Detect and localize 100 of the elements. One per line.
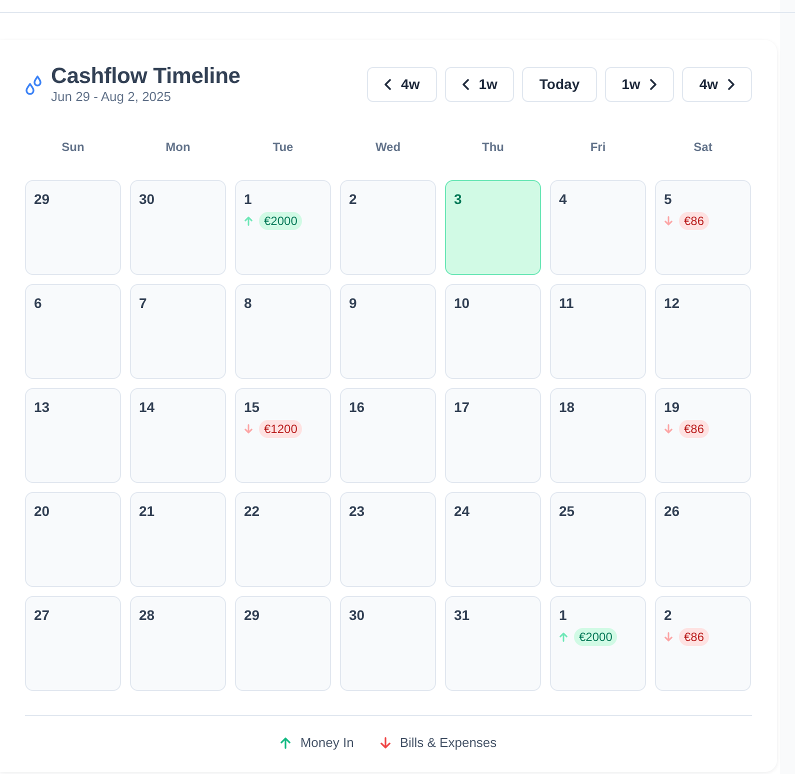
- day-number: 17: [454, 398, 470, 417]
- day-number: 2: [664, 606, 672, 625]
- day-number: 8: [244, 294, 252, 313]
- day-cell[interactable]: 16: [340, 388, 436, 483]
- weekday-label: Fri: [589, 139, 607, 156]
- day-number: 19: [664, 398, 680, 417]
- day-cell[interactable]: 9: [340, 284, 436, 379]
- day-number: 15: [244, 398, 260, 417]
- day-number: 20: [34, 502, 50, 521]
- day-cell[interactable]: 19 €86: [655, 388, 751, 483]
- day-number: 24: [454, 502, 470, 521]
- weekday-label: Sat: [692, 139, 714, 156]
- day-cell[interactable]: 17: [445, 388, 541, 483]
- day-cell[interactable]: 7: [130, 284, 226, 379]
- day-cell[interactable]: 15 €1200: [235, 388, 331, 483]
- weekday-label: Tue: [272, 139, 294, 156]
- day-cell[interactable]: 8: [235, 284, 331, 379]
- day-cell[interactable]: 27: [25, 596, 121, 691]
- amount-badge: €86: [679, 212, 710, 230]
- chevron-right-icon: [728, 78, 735, 90]
- day-cell[interactable]: 11: [550, 284, 646, 379]
- day-cell[interactable]: 2: [340, 180, 436, 275]
- arrow-down-icon: [664, 216, 673, 226]
- arrow-up-icon: [280, 737, 292, 749]
- day-cell[interactable]: 20: [25, 492, 121, 587]
- day-cell[interactable]: 4: [550, 180, 646, 275]
- chevron-right-icon: [650, 78, 658, 90]
- previous-button[interactable]: 4w: [367, 66, 437, 102]
- amount-badge: €2000: [574, 628, 618, 646]
- day-number: 4: [559, 190, 567, 209]
- weekday-label: Thu: [481, 139, 505, 156]
- day-cell[interactable]: 26: [655, 492, 751, 587]
- day-number: 5: [664, 190, 672, 209]
- day-cell[interactable]: 10: [445, 284, 541, 379]
- day-cell[interactable]: 1 €2000: [235, 180, 331, 275]
- day-number: 1: [244, 190, 252, 209]
- day-cell[interactable]: 1 €2000: [550, 596, 646, 691]
- day-number: 12: [664, 294, 680, 313]
- arrow-up-icon: [244, 216, 253, 226]
- day-number: 27: [34, 606, 50, 625]
- amount-badge: €2000: [259, 212, 302, 230]
- day-number: 30: [349, 606, 365, 625]
- day-number: 18: [559, 398, 575, 417]
- day-number: 23: [349, 502, 365, 521]
- day-number: 21: [139, 502, 155, 521]
- day-cell[interactable]: 13: [25, 388, 121, 483]
- day-number: 3: [454, 190, 462, 209]
- day-number: 26: [664, 502, 680, 521]
- day-cell[interactable]: 12: [655, 284, 751, 379]
- day-number: 16: [349, 398, 365, 417]
- day-number: 1: [559, 606, 567, 625]
- day-cell[interactable]: 14: [130, 388, 226, 483]
- day-cell[interactable]: 31: [445, 596, 541, 691]
- arrow-down-icon: [664, 424, 673, 434]
- day-cell[interactable]: 3: [445, 180, 541, 275]
- day-number: 30: [139, 190, 155, 209]
- chevron-left-icon: [462, 78, 469, 90]
- today-button[interactable]: Today: [522, 66, 597, 102]
- day-number: 7: [139, 294, 147, 313]
- day-cell[interactable]: 2 €86: [655, 596, 751, 691]
- legend-label: Bills & Expenses: [400, 734, 497, 752]
- next-button[interactable]: 4w: [682, 66, 752, 102]
- day-number: 6: [34, 294, 42, 313]
- amount-badge: €86: [679, 628, 710, 646]
- day-number: 10: [454, 294, 470, 313]
- legend-label: Money In: [300, 734, 354, 752]
- weekday-label: Mon: [164, 139, 192, 156]
- day-cell[interactable]: 5 €86: [655, 180, 751, 275]
- day-cell[interactable]: 21: [130, 492, 226, 587]
- arrow-up-icon: [559, 632, 568, 642]
- day-number: 11: [559, 294, 574, 313]
- day-number: 2: [349, 190, 357, 209]
- day-cell[interactable]: 24: [445, 492, 541, 587]
- day-number: 31: [454, 606, 470, 625]
- arrow-down-icon: [244, 424, 253, 434]
- chevron-left-icon: [384, 78, 392, 90]
- previous-button[interactable]: 1w: [444, 66, 514, 102]
- arrow-down-icon: [380, 737, 391, 749]
- day-number: 13: [34, 398, 50, 417]
- amount-badge: €86: [679, 420, 710, 438]
- day-number: 29: [244, 606, 260, 625]
- amount-badge: €1200: [259, 420, 302, 438]
- day-cell[interactable]: 29: [25, 180, 121, 275]
- weekday-label: Sun: [60, 139, 86, 156]
- calendar-title: Cashflow Timeline: [51, 63, 240, 89]
- day-cell[interactable]: 22: [235, 492, 331, 587]
- water-drops-icon: [25, 75, 43, 95]
- day-number: 25: [559, 502, 575, 521]
- day-cell[interactable]: 29: [235, 596, 331, 691]
- next-button[interactable]: 1w: [604, 66, 674, 102]
- day-cell[interactable]: 30: [340, 596, 436, 691]
- day-cell[interactable]: 30: [130, 180, 226, 275]
- day-number: 22: [244, 502, 260, 521]
- day-cell[interactable]: 28: [130, 596, 226, 691]
- day-cell[interactable]: 23: [340, 492, 436, 587]
- day-cell[interactable]: 25: [550, 492, 646, 587]
- day-cell[interactable]: 6: [25, 284, 121, 379]
- day-cell[interactable]: 18: [550, 388, 646, 483]
- day-number: 14: [139, 398, 155, 417]
- day-number: 9: [349, 294, 357, 313]
